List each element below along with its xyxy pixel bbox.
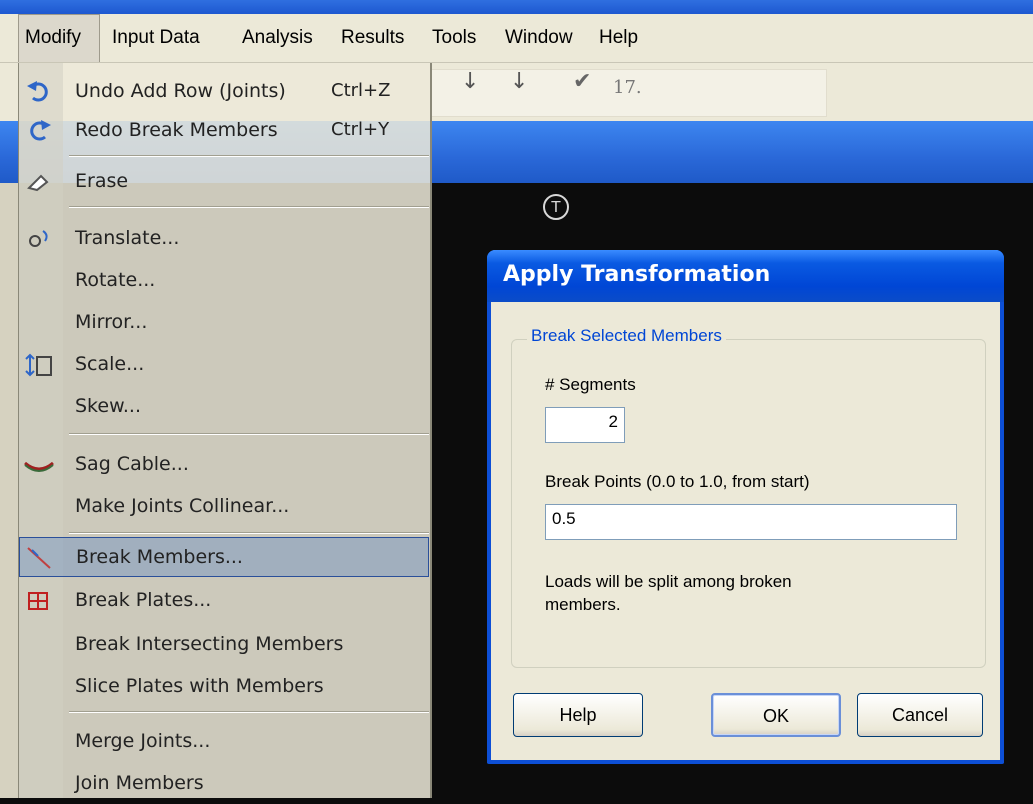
menu-item-label: Slice Plates with Members bbox=[75, 675, 324, 697]
toolbar-count: 17. bbox=[613, 77, 642, 98]
menu-item-undo[interactable]: Undo Add Row (Joints) Ctrl+Z bbox=[19, 72, 429, 112]
menu-item-label: Merge Joints... bbox=[75, 730, 211, 752]
origin-marker-icon: T bbox=[543, 194, 569, 220]
apply-transformation-dialog: Apply Transformation Break Selected Memb… bbox=[487, 250, 1004, 764]
sort-ascending-icon[interactable]: ↓ bbox=[461, 69, 479, 94]
menu-item-make-joints-collinear[interactable]: Make Joints Collinear... bbox=[19, 487, 429, 527]
ok-button[interactable]: OK bbox=[711, 693, 841, 737]
menu-item-label: Scale... bbox=[75, 353, 145, 375]
menu-item-label: Skew... bbox=[75, 395, 141, 417]
menu-item-label: Break Members... bbox=[76, 546, 243, 568]
menu-item-label: Redo Break Members bbox=[75, 119, 278, 141]
break-points-label: Break Points (0.0 to 1.0, from start) bbox=[545, 472, 810, 491]
menu-separator bbox=[69, 155, 429, 157]
menu-item-label: Translate... bbox=[75, 227, 180, 249]
menu-tools[interactable]: Tools bbox=[426, 14, 482, 62]
cancel-button[interactable]: Cancel bbox=[857, 693, 983, 737]
menu-item-merge-joints[interactable]: Merge Joints... bbox=[19, 722, 429, 762]
menu-item-break-plates[interactable]: Break Plates... bbox=[19, 581, 429, 621]
break-points-input[interactable]: 0.5 bbox=[545, 504, 957, 540]
menu-input-data[interactable]: Input Data bbox=[106, 14, 206, 62]
menu-separator bbox=[69, 711, 429, 713]
help-button[interactable]: Help bbox=[513, 693, 643, 737]
menu-item-translate[interactable]: Translate... bbox=[19, 219, 429, 259]
menu-item-redo[interactable]: Redo Break Members Ctrl+Y bbox=[19, 111, 429, 151]
redo-icon bbox=[30, 120, 51, 141]
break-members-icon bbox=[27, 547, 51, 569]
menu-item-sag-cable[interactable]: Sag Cable... bbox=[19, 445, 429, 485]
menu-results[interactable]: Results bbox=[335, 14, 410, 62]
sort-descending-icon[interactable]: ↓ bbox=[510, 69, 528, 94]
menu-item-shortcut: Ctrl+Y bbox=[331, 119, 390, 140]
menu-item-skew[interactable]: Skew... bbox=[19, 387, 429, 427]
scale-icon bbox=[25, 353, 52, 377]
translate-icon bbox=[29, 230, 48, 247]
menu-item-label: Break Plates... bbox=[75, 589, 212, 611]
menu-item-scale[interactable]: Scale... bbox=[19, 345, 429, 385]
menu-item-mirror[interactable]: Mirror... bbox=[19, 303, 429, 343]
modify-dropdown-menu: Undo Add Row (Joints) Ctrl+Z Redo Break … bbox=[18, 63, 432, 798]
note-line-2: members. bbox=[545, 595, 621, 614]
segments-label: # Segments bbox=[545, 375, 636, 394]
menu-separator bbox=[69, 532, 429, 534]
menu-item-rotate[interactable]: Rotate... bbox=[19, 261, 429, 301]
menu-separator bbox=[69, 206, 429, 208]
app-title-strip bbox=[0, 0, 1033, 14]
left-edge-panel bbox=[0, 183, 18, 798]
break-plates-icon bbox=[28, 592, 48, 610]
menu-bar: Modify Input Data Analysis Results Tools… bbox=[0, 14, 1033, 63]
menu-item-label: Break Intersecting Members bbox=[75, 633, 344, 655]
menu-item-label: Rotate... bbox=[75, 269, 156, 291]
eraser-icon bbox=[27, 174, 49, 192]
menu-item-label: Mirror... bbox=[75, 311, 148, 333]
menu-window[interactable]: Window bbox=[499, 14, 579, 62]
menu-item-label: Undo Add Row (Joints) bbox=[75, 80, 286, 102]
undo-icon bbox=[27, 81, 48, 102]
menu-separator bbox=[69, 433, 429, 435]
menu-help[interactable]: Help bbox=[593, 14, 644, 62]
group-label: Break Selected Members bbox=[527, 326, 726, 346]
menu-item-shortcut: Ctrl+Z bbox=[331, 80, 391, 101]
menu-item-break-members[interactable]: Break Members... bbox=[19, 537, 429, 577]
sag-cable-icon bbox=[24, 461, 54, 472]
menu-item-break-intersecting-members[interactable]: Break Intersecting Members bbox=[19, 625, 429, 665]
menu-item-label: Make Joints Collinear... bbox=[75, 495, 290, 517]
menu-item-label: Erase bbox=[75, 170, 129, 192]
menu-item-erase[interactable]: Erase bbox=[19, 162, 429, 202]
menu-item-label: Sag Cable... bbox=[75, 453, 189, 475]
menu-analysis[interactable]: Analysis bbox=[236, 14, 319, 62]
checkmark-icon[interactable]: ✔ bbox=[573, 69, 591, 94]
dialog-title: Apply Transformation bbox=[503, 262, 771, 287]
dialog-title-bar[interactable]: Apply Transformation bbox=[487, 250, 1004, 302]
segments-input[interactable]: 2 bbox=[545, 407, 625, 443]
menu-item-label: Join Members bbox=[75, 772, 204, 794]
note-line-1: Loads will be split among broken bbox=[545, 572, 792, 591]
menu-item-join-members[interactable]: Join Members bbox=[19, 764, 429, 804]
menu-modify[interactable]: Modify bbox=[18, 14, 100, 62]
menu-item-slice-plates[interactable]: Slice Plates with Members bbox=[19, 667, 429, 707]
